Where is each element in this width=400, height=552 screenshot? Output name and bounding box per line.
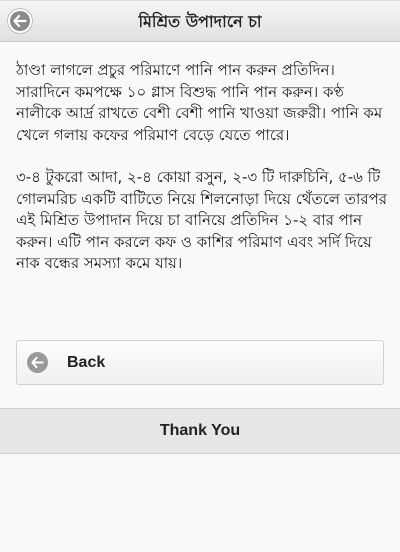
page-title: মিশ্রিত উপাদানে চা xyxy=(138,12,262,31)
footer-bar: Thank You xyxy=(0,408,400,454)
arrow-left-circle-icon xyxy=(10,11,30,31)
paragraph-water-intake: ঠাণ্ডা লাগলে প্রচুর পরিমাণে পানি পান করু… xyxy=(16,61,383,144)
article-content: ঠাণ্ডা লাগলে প্রচুর পরিমাণে পানি পান করু… xyxy=(16,60,388,296)
footer-thank-you: Thank You xyxy=(159,422,241,439)
back-button[interactable]: Back xyxy=(16,340,384,385)
header-bar: মিশ্রিত উপাদানে চা xyxy=(0,0,400,42)
arrow-left-circle-icon xyxy=(27,352,48,373)
back-button-label: Back xyxy=(67,354,106,371)
header-back-button[interactable] xyxy=(7,8,33,34)
paragraph-tea-recipe: ৩-৪ টুকরো আদা, ২-৪ কোয়া রসুন, ২-৩ টি দা… xyxy=(16,168,388,272)
